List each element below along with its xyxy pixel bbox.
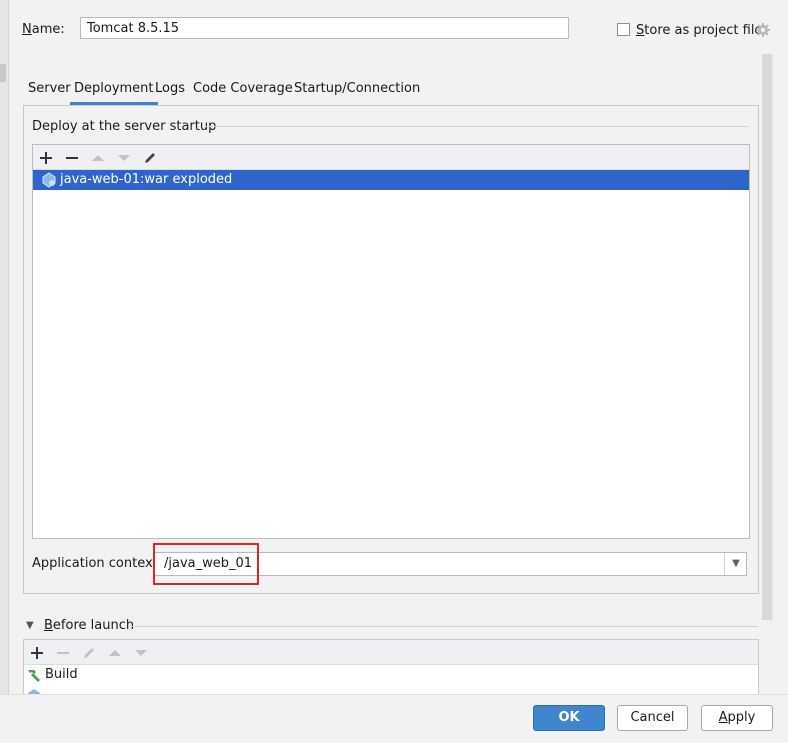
ok-button[interactable]: OK (533, 705, 605, 731)
collapse-arrow-icon[interactable]: ▼ (26, 620, 34, 631)
chevron-down-icon[interactable]: ▼ (724, 553, 747, 575)
name-label: Name: (22, 22, 65, 37)
application-context-label: Application context: (32, 556, 163, 571)
tab-code-coverage[interactable]: Code Coverage (193, 80, 293, 102)
deploy-list[interactable] (32, 144, 750, 539)
tab-logs[interactable]: Logs (155, 80, 185, 102)
add-icon[interactable] (26, 640, 48, 664)
before-launch-item[interactable]: Build (24, 665, 758, 685)
left-panel-marker (0, 64, 6, 82)
hammer-icon (26, 667, 42, 683)
name-field[interactable]: Tomcat 8.5.15 (80, 17, 569, 39)
add-icon[interactable] (35, 145, 57, 169)
before-launch-title: Before launch (44, 618, 135, 633)
store-as-project-file-checkbox[interactable] (617, 23, 630, 36)
highlight-box (153, 543, 259, 585)
artifact-icon (41, 172, 57, 188)
move-down-icon[interactable] (130, 640, 152, 664)
before-launch-toolbar (24, 640, 758, 665)
deploy-item-label: java-web-01:war exploded (60, 172, 233, 187)
edit-icon[interactable] (139, 145, 161, 169)
move-up-icon[interactable] (104, 640, 126, 664)
tab-deployment[interactable]: Deployment (70, 80, 158, 105)
move-up-icon[interactable] (87, 145, 109, 169)
edit-icon[interactable] (78, 640, 100, 664)
remove-icon[interactable] (52, 640, 74, 664)
section-divider (132, 626, 758, 627)
deploy-toolbar (33, 145, 749, 170)
before-launch-item-label: Build (45, 667, 78, 682)
left-panel-edge (0, 0, 9, 742)
apply-button[interactable]: Apply (701, 705, 773, 731)
store-as-project-file-label[interactable]: Store as project file (636, 23, 762, 38)
cancel-button[interactable]: Cancel (617, 705, 688, 731)
scrollbar-thumb[interactable] (763, 54, 772, 620)
gear-icon[interactable] (755, 22, 771, 38)
section-divider (205, 126, 749, 127)
move-down-icon[interactable] (113, 145, 135, 169)
tab-startup-connection[interactable]: Startup/Connection (294, 80, 420, 102)
tab-server[interactable]: Server (28, 80, 71, 102)
deploy-list-item[interactable]: java-web-01:war exploded (33, 170, 749, 190)
deploy-section-title: Deploy at the server startup (32, 119, 217, 134)
remove-icon[interactable] (61, 145, 83, 169)
